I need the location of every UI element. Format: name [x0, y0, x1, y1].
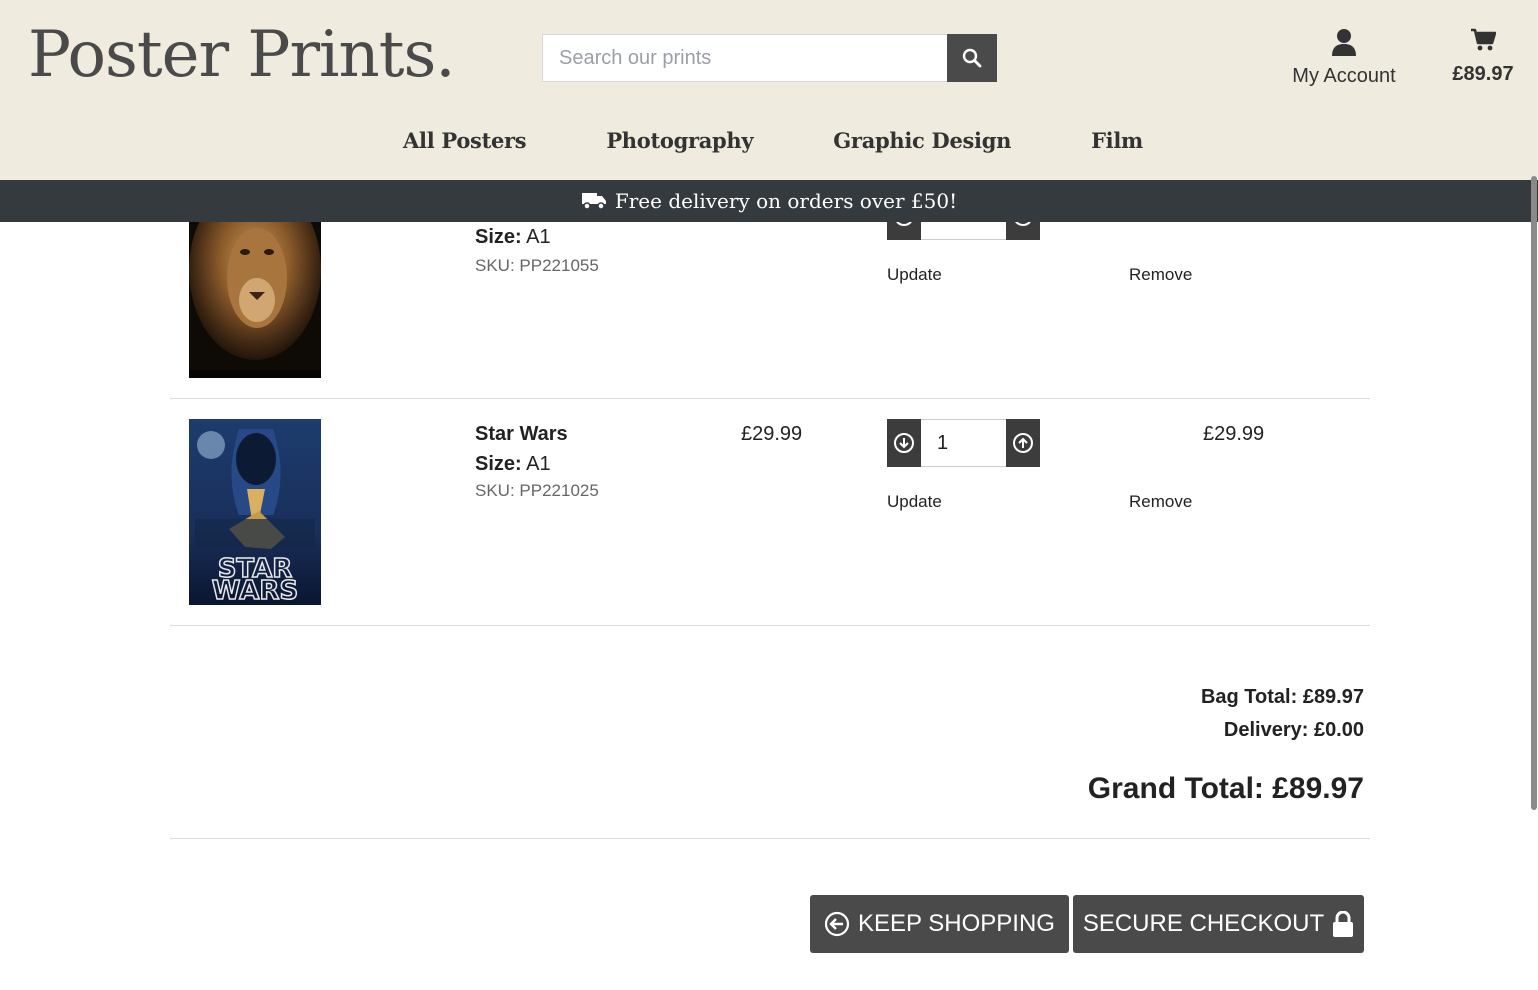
- delivery-banner: Free delivery on orders over £50!: [0, 180, 1538, 222]
- arrow-up-circle-icon: [1013, 433, 1033, 453]
- lion-poster-image[interactable]: [189, 200, 321, 378]
- banner-text: Free delivery on orders over £50!: [614, 189, 958, 213]
- nav-graphic-design[interactable]: Graphic Design: [833, 128, 1011, 153]
- lock-icon: [1333, 911, 1354, 937]
- shopping-cart-icon: [1471, 28, 1497, 51]
- item-name[interactable]: Star Wars: [475, 423, 568, 446]
- cart-total: £89.97: [1452, 63, 1514, 85]
- size-label: Size:: [475, 226, 522, 248]
- search-bar: [542, 34, 997, 82]
- star-wars-poster-image[interactable]: STAR WARS: [189, 419, 321, 605]
- search-icon: [962, 48, 982, 68]
- main-nav: All Posters Photography Graphic Design F…: [0, 128, 1538, 153]
- grand-total: Grand Total: £89.97: [1087, 772, 1364, 805]
- nav-all-posters[interactable]: All Posters: [403, 128, 527, 153]
- delivery-truck-icon: [581, 193, 606, 210]
- item-sku: SKU: PP221055: [475, 256, 599, 275]
- secure-checkout-button[interactable]: SECURE CHECKOUT: [1073, 895, 1364, 953]
- nav-photography[interactable]: Photography: [606, 128, 753, 153]
- divider: [170, 838, 1370, 839]
- item-price: £29.99: [741, 423, 803, 445]
- my-account-label: My Account: [1292, 65, 1396, 87]
- bag-row: STAR WARS Star Wars Size: A1 SKU: PP2210…: [170, 399, 1370, 626]
- update-link[interactable]: Update: [887, 265, 942, 285]
- arrow-left-circle-icon: [824, 911, 850, 937]
- size-value: A1: [526, 453, 551, 475]
- quantity-input[interactable]: [921, 419, 1006, 467]
- item-sku: SKU: PP221025: [475, 481, 599, 500]
- increment-button[interactable]: [1006, 419, 1040, 467]
- user-icon: [1332, 29, 1356, 56]
- nav-film[interactable]: Film: [1091, 128, 1143, 153]
- size-label: Size:: [475, 453, 522, 475]
- site-header: Poster Prints. My Account £89.97 All Pos…: [0, 0, 1538, 180]
- bag-total: Bag Total: £89.97: [1200, 686, 1364, 708]
- svg-text:WARS: WARS: [212, 576, 298, 605]
- search-button[interactable]: [947, 34, 997, 82]
- item-subtotal: £29.99: [1203, 423, 1265, 445]
- arrow-down-circle-icon: [894, 433, 914, 453]
- size-value: A1: [526, 226, 551, 248]
- search-input[interactable]: [542, 34, 947, 82]
- cart-link[interactable]: £89.97: [1446, 28, 1520, 86]
- keep-shopping-button[interactable]: KEEP SHOPPING: [810, 895, 1069, 953]
- delivery-cost: Delivery: £0.00: [1223, 719, 1364, 741]
- my-account-link[interactable]: My Account: [1286, 28, 1402, 88]
- decrement-button[interactable]: [887, 419, 921, 467]
- checkout-label: SECURE CHECKOUT: [1082, 910, 1325, 937]
- scrollbar[interactable]: [1531, 176, 1537, 810]
- quantity-stepper: [887, 419, 1040, 467]
- remove-link[interactable]: Remove: [1129, 492, 1192, 512]
- update-link[interactable]: Update: [887, 492, 942, 512]
- site-logo[interactable]: Poster Prints.: [28, 18, 456, 92]
- keep-shopping-label: KEEP SHOPPING: [858, 910, 1055, 937]
- item-size: Size: A1: [475, 453, 551, 476]
- remove-link[interactable]: Remove: [1129, 265, 1192, 285]
- item-size: Size: A1: [475, 226, 551, 249]
